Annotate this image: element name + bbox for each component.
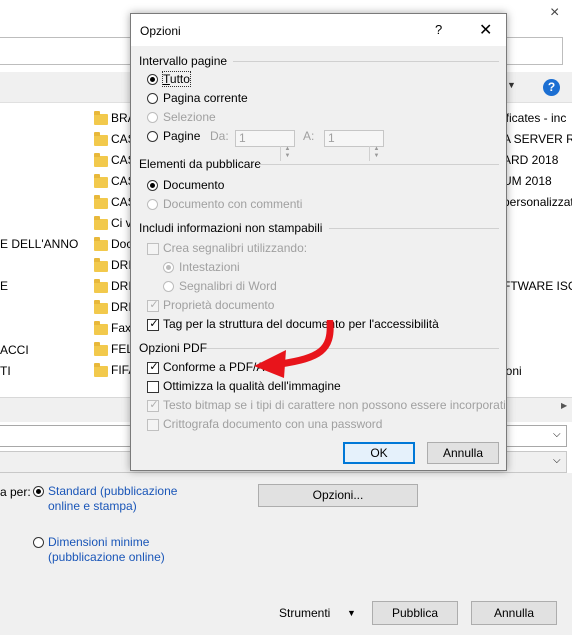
- file-name-fragment[interactable]: UM 2018: [503, 174, 552, 188]
- bookmarks-headings-label: Intestazioni: [179, 260, 240, 274]
- folder-name[interactable]: Ci v: [111, 216, 132, 230]
- file-name-fragment[interactable]: personalizzat: [503, 195, 572, 209]
- file-name-fragment[interactable]: TI: [0, 364, 11, 378]
- file-name-fragment[interactable]: ARD 2018: [503, 153, 558, 167]
- bitmap-text-checkbox: ✓: [147, 399, 159, 412]
- encrypt-label: Crittografa documento con una password: [163, 417, 383, 431]
- page-range-all-label[interactable]: Tutto: [162, 71, 191, 87]
- file-name-fragment[interactable]: E: [0, 279, 8, 293]
- dialog-title: Opzioni: [140, 24, 181, 38]
- folder-icon: [94, 321, 108, 335]
- tools-menu[interactable]: Strumenti: [279, 606, 330, 620]
- doc-properties-label: Proprietà documento: [163, 298, 275, 312]
- folder-icon: [94, 342, 108, 356]
- nonprint-info-heading: Includi informazioni non stampabili: [139, 221, 323, 235]
- separator: [233, 61, 499, 62]
- folder-icon: [94, 363, 108, 377]
- pdfa-checkbox[interactable]: ✓: [147, 361, 159, 374]
- page-range-heading: Intervallo pagine: [139, 54, 228, 68]
- doc-properties-checkbox: ✓: [147, 299, 159, 312]
- folder-icon: [94, 132, 108, 146]
- dialog-titlebar: [131, 14, 506, 46]
- publish-items-heading: Elementi da pubblicare: [139, 157, 262, 171]
- standard-option-label[interactable]: Standard (pubblicazione online e stampa): [48, 484, 178, 514]
- folder-icon: [94, 258, 108, 272]
- optimize-image-label[interactable]: Ottimizza la qualità dell'immagine: [163, 379, 341, 393]
- optimize-label: a per:: [0, 485, 31, 499]
- folder-icon: [94, 300, 108, 314]
- red-annotation-arrow-icon: [254, 320, 334, 378]
- page-range-current-radio[interactable]: [147, 93, 158, 104]
- checkmark-icon: ✓: [149, 318, 159, 330]
- folder-icon: [94, 174, 108, 188]
- chevron-down-icon[interactable]: ⌵: [553, 429, 561, 440]
- from-page-value: 1: [239, 131, 246, 145]
- folder-icon: [94, 237, 108, 251]
- from-label: Da:: [210, 129, 229, 143]
- dialog-cancel-button[interactable]: Annulla: [427, 442, 499, 464]
- bookmarks-headings-radio: [163, 262, 174, 273]
- bookmarks-word-radio: [163, 281, 174, 292]
- pdf-options-heading: Opzioni PDF: [139, 341, 208, 355]
- folder-icon: [94, 195, 108, 209]
- page-range-all-radio[interactable]: [147, 74, 158, 85]
- publish-document-label[interactable]: Documento: [163, 178, 224, 192]
- ok-button[interactable]: OK: [343, 442, 415, 464]
- folder-icon: [94, 216, 108, 230]
- publish-document-comments-label: Documento con commenti: [163, 197, 303, 211]
- separator: [259, 164, 499, 165]
- stepper-arrows-icon[interactable]: ▲ ▼: [369, 146, 383, 161]
- chevron-down-icon[interactable]: ⌵: [553, 455, 561, 466]
- page-range-selection-radio: [147, 112, 158, 123]
- to-page-value: 1: [328, 131, 335, 145]
- folder-icon: [94, 153, 108, 167]
- publish-document-radio[interactable]: [147, 180, 158, 191]
- scroll-right-icon[interactable]: ▶: [561, 401, 567, 410]
- to-page-stepper[interactable]: 1 ▲ ▼: [324, 130, 384, 161]
- file-name-fragment[interactable]: ACCI: [0, 343, 29, 357]
- options-dialog: Opzioni ? ✕ Intervallo pagine Tutto Pagi…: [130, 13, 507, 471]
- stepper-arrows-icon[interactable]: ▲ ▼: [280, 146, 294, 161]
- dialog-close-icon[interactable]: ✕: [479, 20, 492, 40]
- page-range-pages-radio[interactable]: [147, 131, 158, 142]
- encrypt-checkbox: [147, 419, 159, 431]
- file-name-fragment[interactable]: FTWARE ISC: [503, 279, 572, 293]
- tools-dropdown-arrow-icon[interactable]: ▼: [347, 608, 356, 618]
- separator: [329, 228, 499, 229]
- to-label: A:: [303, 129, 315, 143]
- optimize-image-checkbox[interactable]: [147, 381, 159, 393]
- folder-icon: [94, 279, 108, 293]
- publish-document-comments-radio: [147, 199, 158, 210]
- cancel-button[interactable]: Annulla: [471, 601, 557, 625]
- options-button[interactable]: Opzioni...: [258, 484, 418, 507]
- bitmap-text-label: Testo bitmap se i tipi di carattere non …: [163, 398, 506, 412]
- file-name-fragment[interactable]: A SERVER RIA: [503, 132, 572, 146]
- bookmarks-word-label: Segnalibri di Word: [179, 279, 277, 293]
- folder-name[interactable]: Fax: [111, 321, 131, 335]
- page-range-pages-label[interactable]: Pagine: [163, 129, 200, 143]
- file-name-fragment[interactable]: ificates - inc: [503, 111, 566, 125]
- create-bookmarks-checkbox: [147, 243, 159, 255]
- folder-icon: [94, 111, 108, 125]
- file-name-fragment[interactable]: E DELL'ANNO: [0, 237, 78, 251]
- background-close-icon[interactable]: ×: [550, 4, 559, 22]
- page-range-current-label[interactable]: Pagina corrente: [163, 91, 248, 105]
- dialog-help-icon[interactable]: ?: [435, 22, 442, 37]
- checkmark-icon: ✓: [149, 299, 159, 311]
- create-bookmarks-label: Crea segnalibri utilizzando:: [163, 241, 308, 255]
- checkmark-icon: ✓: [149, 361, 159, 373]
- help-icon[interactable]: ?: [543, 79, 560, 96]
- from-page-stepper[interactable]: 1 ▲ ▼: [235, 130, 295, 161]
- structure-tags-checkbox[interactable]: ✓: [147, 318, 159, 331]
- checkmark-icon: ✓: [149, 399, 159, 411]
- publish-button[interactable]: Pubblica: [372, 601, 458, 625]
- minimal-size-option-label[interactable]: Dimensioni minime (pubblicazione online): [48, 535, 178, 565]
- standard-radio[interactable]: [33, 486, 44, 497]
- page-range-selection-label: Selezione: [163, 110, 216, 124]
- minimal-size-radio[interactable]: [33, 537, 44, 548]
- toolbar-dropdown-arrow-icon[interactable]: ▼: [507, 80, 516, 90]
